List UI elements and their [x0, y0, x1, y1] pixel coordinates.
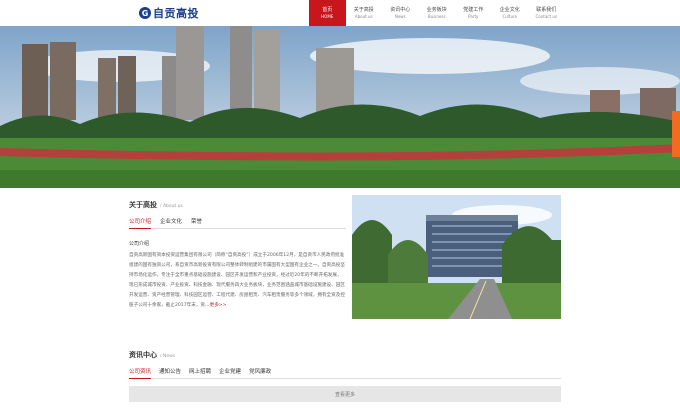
hero-banner[interactable] — [0, 26, 680, 188]
section-title: 资讯中心 — [129, 351, 157, 359]
nav-item-party[interactable]: 党建工作 Party — [455, 0, 492, 26]
nav-item-about[interactable]: 关于高投 About us — [346, 0, 383, 26]
nav-label-en: Party — [468, 13, 479, 19]
logo-text: 自贡高投 — [153, 7, 199, 20]
section-heading: 资讯中心 / News — [129, 350, 561, 360]
tab-recruitment[interactable]: 网上招聘 — [189, 367, 211, 375]
nav-item-home[interactable]: 首页 HOME — [309, 0, 346, 26]
nav-label-en: News — [394, 13, 406, 19]
logo-icon: G — [139, 7, 151, 19]
banner-image — [0, 26, 680, 188]
about-section: 关于高投 / About us 公司介绍 企业文化 荣誉 公司介绍 自贡高新国有… — [129, 200, 346, 321]
tab-company-intro[interactable]: 公司介绍 — [129, 217, 152, 229]
about-body: 自贡高新国有资本投资运营集团有限公司（简称“自贡高投”）成立于2006年12月，… — [129, 251, 346, 321]
section-subtitle: / About us — [160, 204, 183, 209]
about-text: 自贡高新国有资本投资运营集团有限公司（简称“自贡高投”）成立于2006年12月，… — [129, 253, 345, 308]
tab-party-building[interactable]: 企业党建 — [219, 367, 241, 375]
tab-culture[interactable]: 企业文化 — [160, 217, 182, 225]
section-title: 关于高投 — [129, 201, 157, 209]
building-image — [352, 195, 561, 319]
main-nav: 首页 HOME 关于高投 About us 资讯中心 News 业务板块 Bus… — [309, 0, 565, 26]
company-building-photo — [352, 195, 561, 319]
nav-item-business[interactable]: 业务板块 Business — [419, 0, 456, 26]
site-header: G 自贡高投 首页 HOME 关于高投 About us 资讯中心 News 业… — [0, 0, 680, 26]
nav-item-culture[interactable]: 企业文化 Culture — [492, 0, 529, 26]
news-tabs: 公司资讯 通知公告 网上招聘 企业党建 党风廉政 — [129, 367, 561, 379]
load-more-button[interactable]: 查看更多 — [129, 386, 561, 402]
nav-label-en: Culture — [502, 13, 518, 19]
nav-label-en: HOME — [321, 13, 334, 19]
nav-item-news[interactable]: 资讯中心 News — [382, 0, 419, 26]
tab-integrity[interactable]: 党风廉政 — [249, 367, 271, 375]
tab-company-news[interactable]: 公司资讯 — [129, 367, 152, 379]
section-heading: 关于高投 / About us — [129, 200, 346, 210]
nav-item-contact[interactable]: 联系我们 Contact us — [528, 0, 565, 26]
nav-label-en: Contact us — [535, 13, 557, 19]
about-subtitle: 公司介绍 — [129, 241, 150, 247]
tab-honors[interactable]: 荣誉 — [191, 217, 202, 225]
site-logo[interactable]: G 自贡高投 — [139, 5, 199, 21]
about-tabs: 公司介绍 企业文化 荣誉 — [129, 217, 346, 229]
nav-label-en: About us — [354, 13, 373, 19]
floating-side-tab[interactable] — [672, 111, 680, 157]
more-link[interactable]: …更多>> — [205, 303, 226, 308]
nav-label-en: Business — [427, 13, 446, 19]
news-section: 资讯中心 / News 公司资讯 通知公告 网上招聘 企业党建 党风廉政 — [129, 350, 561, 379]
tab-notices[interactable]: 通知公告 — [159, 367, 181, 375]
section-subtitle: / News — [160, 354, 176, 359]
